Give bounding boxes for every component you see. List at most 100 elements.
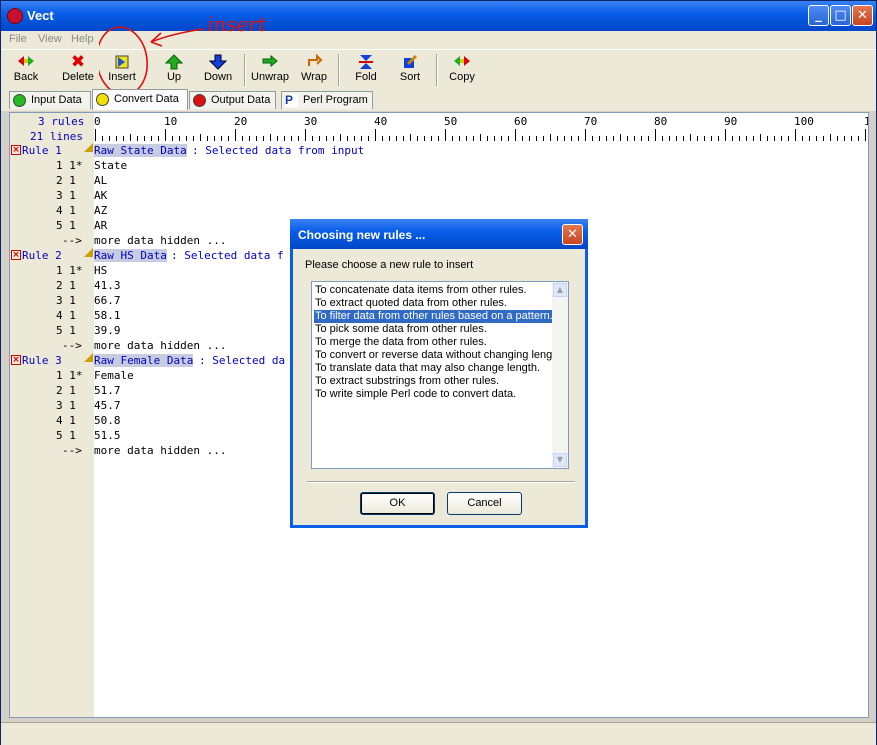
ruler-tick <box>473 136 474 141</box>
rule-option[interactable]: To concatenate data items from other rul… <box>314 284 553 297</box>
data-line[interactable]: AL <box>94 174 107 187</box>
dialog-title: Choosing new rules ... <box>298 228 426 242</box>
rule-name[interactable]: Raw HS Data <box>94 249 167 262</box>
ruler-tick <box>676 136 677 141</box>
cancel-button[interactable]: Cancel <box>447 492 522 515</box>
rule-option[interactable]: To pick some data from other rules. <box>314 323 553 336</box>
line-number: 3 1 <box>56 189 76 202</box>
data-line[interactable]: State <box>94 159 127 172</box>
wrap-button[interactable]: Wrap <box>291 52 337 88</box>
tab-convert-data[interactable]: Convert Data <box>92 89 188 110</box>
scroll-up-arrow-icon[interactable]: ▲ <box>553 283 567 297</box>
rule-label[interactable]: Rule 1 <box>22 144 62 157</box>
rule-label[interactable]: Rule 2 <box>22 249 62 262</box>
data-line[interactable]: AZ <box>94 204 107 217</box>
green-circle-icon <box>13 94 26 107</box>
sort-button[interactable]: Sort <box>387 52 433 88</box>
dialog-close-button[interactable]: ✕ <box>562 224 583 245</box>
back-button[interactable]: Back <box>3 52 49 88</box>
rule-option[interactable]: To extract quoted data from other rules. <box>314 297 553 310</box>
ruler-tick <box>123 136 124 141</box>
more-data-hidden[interactable]: more data hidden ... <box>94 339 226 352</box>
rule-option[interactable]: To extract substrings from other rules. <box>314 375 553 388</box>
data-line[interactable]: 58.1 <box>94 309 121 322</box>
tab-input-data[interactable]: Input Data <box>9 91 91 109</box>
menu-file[interactable]: File <box>9 33 27 45</box>
ruler-tick <box>200 134 201 141</box>
more-data-hidden[interactable]: more data hidden ... <box>94 234 226 247</box>
delete-rule-icon[interactable]: × <box>11 355 21 365</box>
copy-button[interactable]: Copy <box>439 52 485 88</box>
ruler-tick <box>662 136 663 141</box>
ruler-tick <box>256 136 257 141</box>
data-line[interactable]: 50.8 <box>94 414 121 427</box>
ruler-tick <box>340 134 341 141</box>
rule-description: : Selected data f <box>171 249 284 262</box>
ruler-label: 100 <box>794 115 814 128</box>
rule-option[interactable]: To filter data from other rules based on… <box>314 310 553 323</box>
ruler-tick <box>431 136 432 141</box>
maximize-button[interactable]: □ <box>830 5 851 26</box>
more-data-hidden[interactable]: more data hidden ... <box>94 444 226 457</box>
line-number: 2 1 <box>56 384 76 397</box>
delete-rule-icon[interactable]: × <box>11 145 21 155</box>
dialog-title-bar[interactable]: Choosing new rules ... ✕ <box>290 219 588 249</box>
ruler-tick <box>382 136 383 141</box>
scroll-down-arrow-icon[interactable]: ▼ <box>553 453 567 467</box>
ruler-tick <box>599 136 600 141</box>
data-line[interactable]: AK <box>94 189 107 202</box>
delete-rule-icon[interactable]: × <box>11 250 21 260</box>
tab-output-data[interactable]: Output Data <box>189 91 276 109</box>
status-bar <box>1 722 876 745</box>
ruler-tick <box>543 136 544 141</box>
ruler-tick <box>480 134 481 141</box>
ok-button[interactable]: OK <box>360 492 435 515</box>
ruler-tick <box>501 136 502 141</box>
ruler-tick <box>795 129 796 141</box>
rule-marker-icon <box>84 248 93 257</box>
ruler-tick <box>333 136 334 141</box>
rule-name[interactable]: Raw State Data <box>94 144 187 157</box>
rule-name[interactable]: Raw Female Data <box>94 354 194 367</box>
minimize-button[interactable]: _ <box>808 5 829 26</box>
data-line[interactable]: 51.7 <box>94 384 121 397</box>
rule-option[interactable]: To write simple Perl code to convert dat… <box>314 388 553 401</box>
ruler-tick <box>515 129 516 141</box>
rule-option[interactable]: To merge the data from other rules. <box>314 336 553 349</box>
data-line[interactable]: HS <box>94 264 107 277</box>
ruler-tick <box>487 136 488 141</box>
rule-option[interactable]: To convert or reverse data without chang… <box>314 349 553 362</box>
ruler-tick <box>375 129 376 141</box>
data-line[interactable]: 45.7 <box>94 399 121 412</box>
ruler-tick <box>655 129 656 141</box>
close-button[interactable]: ✕ <box>852 5 873 26</box>
ruler-tick <box>417 136 418 141</box>
fold-button[interactable]: Fold <box>343 52 389 88</box>
delete-button[interactable]: ✖ Delete <box>55 52 101 88</box>
lines-count: 21 lines <box>30 130 83 143</box>
rule-description: : Selected da <box>199 354 286 367</box>
rule-label[interactable]: Rule 3 <box>22 354 62 367</box>
ruler-tick <box>403 136 404 141</box>
data-line[interactable]: 51.5 <box>94 429 121 442</box>
list-scrollbar[interactable]: ▲ ▼ <box>552 282 568 468</box>
close-icon: ✕ <box>567 227 578 242</box>
ruler-tick <box>319 136 320 141</box>
menu-help[interactable]: Help <box>71 33 94 45</box>
ruler-tick <box>536 136 537 141</box>
ruler-tick <box>452 136 453 141</box>
ruler-tick <box>725 129 726 141</box>
rule-type-list[interactable]: To concatenate data items from other rul… <box>311 281 569 469</box>
menu-view[interactable]: View <box>38 33 62 45</box>
tab-perl-program[interactable]: P Perl Program <box>281 91 373 109</box>
ruler-tick <box>207 136 208 141</box>
data-line[interactable]: 66.7 <box>94 294 121 307</box>
data-line[interactable]: Female <box>94 369 134 382</box>
data-line[interactable]: AR <box>94 219 107 232</box>
ruler-tick <box>571 136 572 141</box>
ruler-tick <box>788 136 789 141</box>
data-line[interactable]: 41.3 <box>94 279 121 292</box>
rule-marker-icon <box>84 143 93 152</box>
data-line[interactable]: 39.9 <box>94 324 121 337</box>
rule-option[interactable]: To translate data that may also change l… <box>314 362 553 375</box>
